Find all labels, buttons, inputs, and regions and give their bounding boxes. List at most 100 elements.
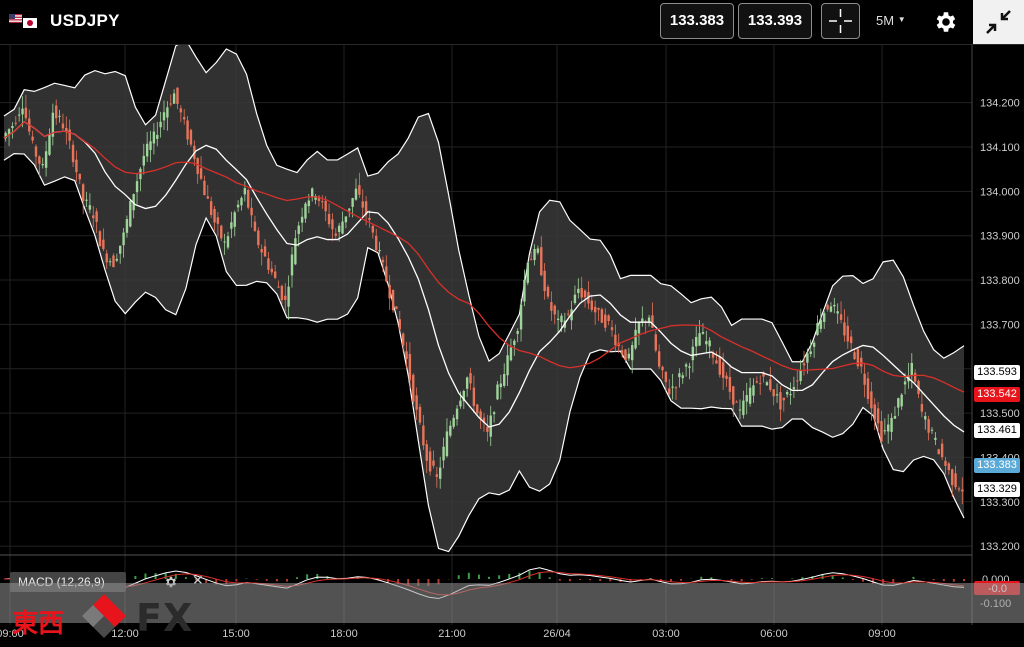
candle-body <box>597 307 600 310</box>
candle-body <box>439 467 442 479</box>
macd-histogram-bar <box>609 579 612 582</box>
candle-body <box>267 258 270 270</box>
candle-body <box>395 306 398 309</box>
candle-body <box>887 424 890 432</box>
candle-body <box>654 334 657 351</box>
candle-body <box>940 443 944 458</box>
candle-body <box>600 309 604 323</box>
candle-body <box>509 347 513 361</box>
candle-body <box>75 159 78 173</box>
timeframe-select[interactable]: 5M ▼ <box>876 13 906 28</box>
candle-body <box>678 373 681 378</box>
gear-icon[interactable] <box>933 9 959 35</box>
candle-body <box>627 353 631 359</box>
candle-body <box>533 248 536 261</box>
candle-body <box>620 350 624 355</box>
ask-price-button[interactable]: 133.393 <box>738 3 812 39</box>
candle-body <box>38 156 41 164</box>
macd-histogram-bar <box>275 579 278 582</box>
macd-histogram-bar <box>488 576 491 579</box>
candle-body <box>297 225 300 234</box>
candle-body <box>183 117 186 120</box>
macd-histogram-bar <box>457 575 460 579</box>
candle-body <box>647 317 651 323</box>
price-tick-label: 133.500 <box>980 408 1020 420</box>
candle-body <box>610 327 614 331</box>
candle-body <box>71 144 75 163</box>
candle-body <box>156 134 159 139</box>
candle-body <box>516 331 519 334</box>
candle-body <box>580 288 583 298</box>
price-tick-label: 134.200 <box>980 98 1020 110</box>
candle-body <box>327 213 331 225</box>
candle-body <box>607 315 610 321</box>
macd-histogram-bar <box>265 579 268 581</box>
candle-body <box>614 334 617 346</box>
candle-body <box>934 437 937 440</box>
candle-body <box>331 219 334 230</box>
candle-body <box>361 201 364 208</box>
symbol-title[interactable]: USDJPY <box>50 11 120 31</box>
candle-body <box>260 249 263 253</box>
candle-body <box>924 416 927 420</box>
candle-body <box>536 248 540 253</box>
macd-histogram-bar <box>750 579 753 580</box>
candle-body <box>799 370 802 381</box>
candle-body <box>199 168 203 179</box>
candle-body <box>418 406 422 423</box>
candle-body <box>311 188 314 197</box>
candle-body <box>839 314 843 321</box>
candle-body <box>897 398 900 408</box>
macd-histogram-bar <box>952 579 955 582</box>
macd-histogram-bar <box>740 579 743 582</box>
candle-body <box>870 391 873 409</box>
bid-price-button[interactable]: 133.383 <box>660 3 734 39</box>
candle-body <box>792 387 796 390</box>
candle-body <box>48 134 51 155</box>
price-chart[interactable]: 134.200 134.100 134.000 133.900 133.800 133.7… <box>0 45 1024 647</box>
macd-histogram-bar <box>184 577 187 579</box>
crosshair-button[interactable] <box>821 3 860 39</box>
candle-body <box>152 131 156 144</box>
candle-body <box>920 404 924 412</box>
candle-body <box>479 411 482 419</box>
candle-body <box>119 245 122 254</box>
top-bar: USDJPY 133.383 133.393 5M ▼ <box>0 0 1024 45</box>
candle-body <box>876 408 880 424</box>
candle-body <box>863 373 866 385</box>
candle-body <box>442 446 445 461</box>
candle-body <box>728 376 732 392</box>
price-tick-label: 134.100 <box>980 142 1020 154</box>
macd-histogram-bar <box>538 572 541 579</box>
candle-body <box>573 294 577 304</box>
candle-body <box>226 236 230 248</box>
candle-body <box>913 372 917 382</box>
price-tick-label: 133.300 <box>980 497 1020 509</box>
candle-body <box>425 444 428 461</box>
candle-body <box>388 284 391 299</box>
time-tick-label: 09:00 <box>868 628 896 640</box>
macd-histogram-bar <box>791 578 794 579</box>
candle-body <box>957 488 961 490</box>
candle-body <box>742 400 745 416</box>
candle-body <box>401 333 405 346</box>
candle-body <box>112 255 115 268</box>
candle-body <box>486 426 489 432</box>
candle-body <box>159 121 162 128</box>
candle-body <box>779 392 782 410</box>
candle-body <box>721 362 725 378</box>
candle-body <box>590 300 593 310</box>
macd-histogram-bar <box>912 576 915 579</box>
price-tick-label: 133.900 <box>980 231 1020 243</box>
candle-body <box>220 225 223 239</box>
collapse-button[interactable] <box>973 0 1024 44</box>
price-tick-label: 133.700 <box>980 319 1020 331</box>
candle-body <box>829 306 833 312</box>
candle-body <box>772 389 775 397</box>
candle-body <box>34 146 38 157</box>
macd-histogram-bar <box>963 579 965 582</box>
macd-histogram-bar <box>477 574 480 579</box>
candle-body <box>240 197 243 206</box>
candle-body <box>816 323 819 335</box>
price-tag: 133.461 <box>974 423 1020 439</box>
